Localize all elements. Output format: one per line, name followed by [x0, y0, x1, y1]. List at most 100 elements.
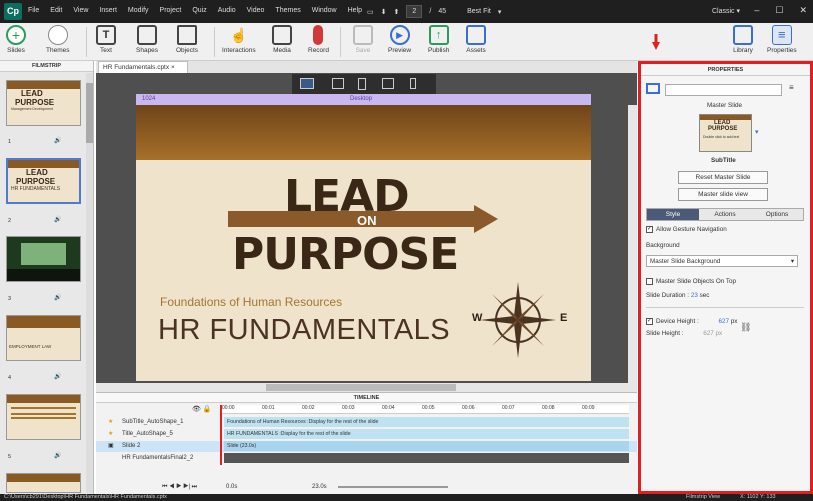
document-tab[interactable]: HR Fundamentals.cptx × — [98, 61, 188, 73]
phone-landscape-icon[interactable] — [382, 78, 394, 89]
zoom-slider[interactable] — [338, 486, 448, 488]
tab-actions[interactable]: Actions — [699, 209, 751, 220]
library-button[interactable]: Library — [733, 25, 753, 54]
objects-button[interactable]: Objects — [176, 25, 198, 54]
slide-on-text[interactable]: ON — [357, 213, 377, 228]
workspace-mode-select[interactable]: Classic ▾ — [712, 7, 740, 15]
duration-value[interactable]: 23 — [691, 292, 698, 299]
desktop-view-icon[interactable] — [300, 78, 314, 89]
device-height-value[interactable]: 627 — [718, 318, 729, 325]
eye-icon[interactable]: 👁 — [192, 406, 201, 413]
page-number-input[interactable]: 2 — [406, 5, 423, 18]
menu-file[interactable]: File — [28, 7, 39, 14]
view-mode: Filmstrip View — [686, 494, 721, 500]
slide-thumbnail-4[interactable]: EMPLOYMENT LAW — [6, 315, 81, 361]
save-button[interactable]: Save — [353, 25, 373, 54]
slide-lead-text[interactable]: LEAD — [284, 171, 410, 222]
themes-button[interactable]: Themes — [46, 25, 69, 54]
menu-project[interactable]: Project — [160, 7, 182, 14]
speaker-icon[interactable]: 🔊 — [54, 137, 61, 144]
speaker-icon[interactable]: 🔊 — [54, 216, 61, 223]
menu-edit[interactable]: Edit — [50, 7, 62, 14]
menu-themes[interactable]: Themes — [275, 7, 300, 14]
scrollbar-thumb[interactable] — [86, 83, 93, 143]
objects-on-top-row[interactable]: Master Slide Objects On Top — [646, 278, 736, 285]
reset-master-slide-button[interactable]: Reset Master Slide — [678, 171, 768, 184]
stage-vertical-scrollbar[interactable] — [628, 105, 637, 383]
timeline-ruler[interactable]: 00:00 00:01 00:02 00:03 00:04 00:05 00:0… — [220, 405, 629, 414]
background-select[interactable]: Master Slide Background ▾ — [646, 255, 798, 267]
properties-button[interactable]: ≡ Properties — [767, 25, 797, 54]
checkbox-checked-icon[interactable]: ✓ — [646, 318, 653, 325]
link-icon[interactable]: ⛓ — [740, 322, 751, 333]
slide-thumbnail-1[interactable]: LEAD PURPOSE Management Development — [6, 80, 81, 126]
menu-help[interactable]: Help — [348, 7, 362, 14]
menu-quiz[interactable]: Quiz — [192, 7, 206, 14]
slide-purpose-text[interactable]: PURPOSE — [232, 229, 459, 280]
menu-audio[interactable]: Audio — [218, 7, 236, 14]
scrollbar-thumb[interactable] — [266, 384, 456, 391]
timeline-bar[interactable]: HR FUNDAMENTALS :Display for the rest of… — [224, 429, 629, 439]
menu-modify[interactable]: Modify — [128, 7, 149, 14]
timeline-row-selected[interactable]: ▣ Slide 2 Slide (23.0s) — [96, 441, 637, 452]
chevron-down-icon[interactable]: ▾ — [498, 8, 502, 16]
maximize-icon[interactable]: ☐ — [775, 5, 783, 16]
interactions-button[interactable]: ☝ Interactions — [222, 25, 256, 54]
playback-controls[interactable]: ⏮ ◀ ▶ ▶| ⏭ — [162, 481, 197, 493]
dropdown-arrow-icon[interactable]: ▾ — [755, 128, 759, 136]
slide-thumbnail-2[interactable]: LEAD PURPOSE HR FUNDAMENTALS — [6, 158, 81, 204]
menu-icon[interactable]: ≡ — [789, 83, 794, 92]
timeline-bar[interactable]: Foundations of Human Resources :Display … — [224, 417, 629, 427]
record-button[interactable]: Record — [308, 25, 329, 54]
speaker-icon[interactable]: 🔊 — [54, 294, 61, 301]
menu-video[interactable]: Video — [247, 7, 265, 14]
arrow-down-icon[interactable]: ⬇ — [381, 8, 387, 16]
slides-button[interactable]: + Slides — [6, 25, 26, 54]
slide-title[interactable]: HR FUNDAMENTALS — [158, 314, 450, 347]
breakpoint-ruler[interactable]: 1024 Desktop — [136, 94, 591, 105]
checkbox-unchecked-icon[interactable] — [646, 278, 653, 285]
timeline-row[interactable]: ★ SubTitle_AutoShape_1 Foundations of Hu… — [96, 417, 637, 428]
gesture-checkbox-row[interactable]: ✓ Allow Gesture Navigation — [646, 226, 727, 233]
slide-thumbnail-3[interactable] — [6, 236, 81, 282]
zoom-select[interactable]: Best Fit — [467, 8, 491, 15]
publish-button[interactable]: ↑ Publish — [428, 25, 449, 54]
tab-options[interactable]: Options — [751, 209, 803, 220]
lock-icon[interactable]: 🔒 — [203, 406, 212, 413]
slide-thumbnail-6[interactable] — [6, 473, 81, 493]
timeline-row[interactable]: ★ Title_AutoShape_5 HR FUNDAMENTALS :Dis… — [96, 429, 637, 440]
media-button[interactable]: Media — [272, 25, 292, 54]
assets-button[interactable]: Assets — [466, 25, 486, 54]
master-slide-thumbnail[interactable]: LEAD PURPOSE Double click to add text — [699, 114, 752, 152]
audio-waveform[interactable] — [224, 453, 629, 463]
preview-button[interactable]: ▶ Preview — [388, 25, 411, 54]
menu-insert[interactable]: Insert — [99, 7, 117, 14]
menu-view[interactable]: View — [73, 7, 88, 14]
phone-portrait-icon[interactable] — [410, 78, 416, 89]
slide-canvas[interactable]: LEAD ON PURPOSE Foundations of Human Res… — [136, 105, 591, 381]
speaker-icon[interactable]: 🔊 — [54, 452, 61, 459]
text-button[interactable]: T Text — [96, 25, 116, 54]
tablet-landscape-icon[interactable] — [332, 78, 344, 89]
stage-horizontal-scrollbar[interactable] — [96, 383, 637, 392]
arrow-up-icon[interactable]: ⬆ — [394, 8, 400, 16]
checkbox-checked-icon[interactable]: ✓ — [646, 226, 653, 233]
playhead[interactable] — [220, 405, 222, 465]
slide-thumbnail-5[interactable] — [6, 394, 81, 440]
tab-style[interactable]: Style — [647, 209, 699, 220]
timeline-row[interactable]: HR FundamentalsFinal2_2 — [96, 453, 637, 464]
layout-icon[interactable]: ▭ — [367, 8, 374, 16]
close-tab-icon[interactable]: × — [171, 64, 175, 71]
minimize-icon[interactable]: – — [754, 5, 759, 16]
filmstrip-scrollbar[interactable] — [86, 73, 93, 493]
tablet-portrait-icon[interactable] — [358, 78, 366, 90]
shapes-button[interactable]: Shapes — [136, 25, 158, 54]
main-toolbar: + Slides Themes T Text Shapes Objects ☝ Int… — [0, 23, 813, 61]
slide-subtitle[interactable]: Foundations of Human Resources — [160, 295, 342, 309]
close-icon[interactable]: ✕ — [799, 5, 807, 16]
slide-name-input[interactable] — [665, 84, 782, 96]
speaker-icon[interactable]: 🔊 — [54, 373, 61, 380]
menu-window[interactable]: Window — [312, 7, 337, 14]
timeline-bar[interactable]: Slide (23.0s) — [224, 441, 629, 451]
master-slide-view-button[interactable]: Master slide view — [678, 188, 768, 201]
